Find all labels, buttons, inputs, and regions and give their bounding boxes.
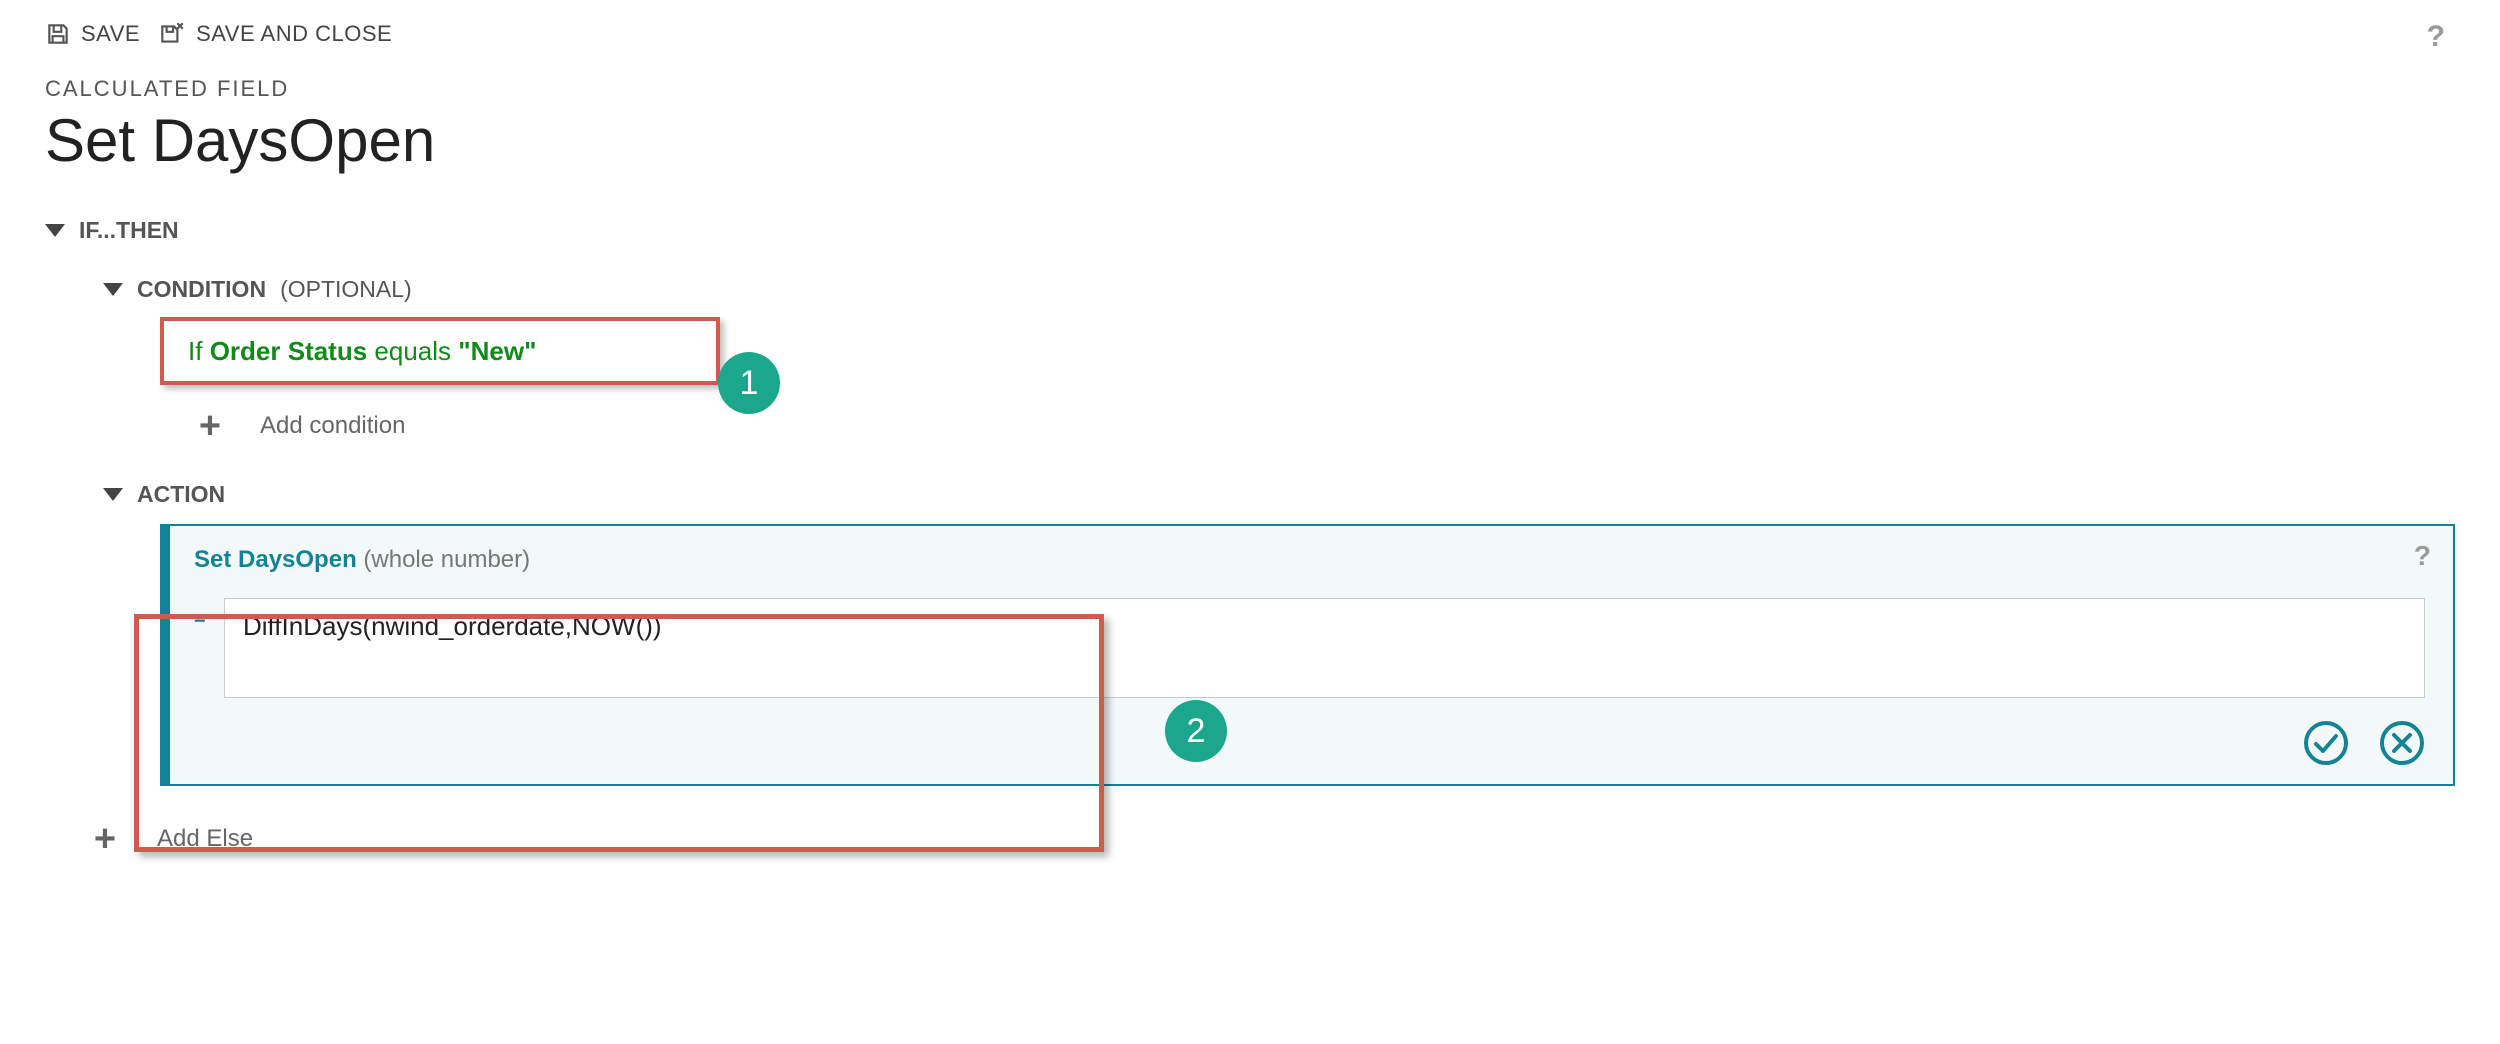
page-subtitle: CALCULATED FIELD <box>45 76 2455 102</box>
action-type: (whole number) <box>363 546 530 573</box>
page-title: Set DaysOpen <box>45 106 2455 175</box>
action-set-name: Set DaysOpen <box>194 546 357 573</box>
help-icon[interactable]: ? <box>2427 20 2445 54</box>
save-close-icon <box>158 20 186 48</box>
cancel-button[interactable] <box>2379 720 2425 766</box>
plus-icon: + <box>190 407 230 445</box>
formula-input[interactable]: DiffInDays(nwind_orderdate,NOW()) <box>224 598 2425 698</box>
condition-label: CONDITION <box>137 276 266 303</box>
save-and-close-button[interactable]: SAVE AND CLOSE <box>158 20 392 48</box>
if-then-label: IF...THEN <box>79 217 179 244</box>
callout-badge-2: 2 <box>1165 700 1227 762</box>
add-condition-label: Add condition <box>260 412 405 440</box>
save-label: SAVE <box>81 21 140 47</box>
add-else-button[interactable]: + Add Else <box>85 820 2455 858</box>
equals-icon: = <box>194 608 206 631</box>
action-label: ACTION <box>137 481 225 508</box>
condition-expression[interactable]: If Order Status equals "New" <box>160 317 720 385</box>
condition-field: Order Status <box>210 336 368 367</box>
plus-icon: + <box>85 820 125 858</box>
callout-1-text: 1 <box>740 364 759 403</box>
caret-down-icon <box>45 224 65 237</box>
callout-2-text: 2 <box>1187 712 1206 751</box>
section-condition[interactable]: CONDITION (OPTIONAL) <box>103 276 2455 303</box>
condition-optional-label: (OPTIONAL) <box>280 276 412 303</box>
callout-badge-1: 1 <box>718 352 780 414</box>
add-else-label: Add Else <box>157 825 253 853</box>
condition-if-keyword: If <box>188 336 202 367</box>
save-icon <box>45 21 71 47</box>
save-button[interactable]: SAVE <box>45 21 140 47</box>
caret-down-icon <box>103 283 123 296</box>
condition-operator: equals <box>374 336 451 367</box>
confirm-button[interactable] <box>2303 720 2349 766</box>
save-close-label: SAVE AND CLOSE <box>196 21 392 47</box>
action-title: Set DaysOpen (whole number) <box>194 546 2425 574</box>
add-condition-button[interactable]: + Add condition <box>190 407 2455 445</box>
action-help-icon[interactable]: ? <box>2414 540 2431 572</box>
action-panel: ? Set DaysOpen (whole number) = DiffInDa… <box>160 524 2455 786</box>
section-action[interactable]: ACTION <box>103 481 2455 508</box>
section-if-then[interactable]: IF...THEN <box>45 217 2455 244</box>
caret-down-icon <box>103 488 123 501</box>
toolbar: SAVE SAVE AND CLOSE <box>45 20 2455 48</box>
condition-value: "New" <box>458 336 536 367</box>
